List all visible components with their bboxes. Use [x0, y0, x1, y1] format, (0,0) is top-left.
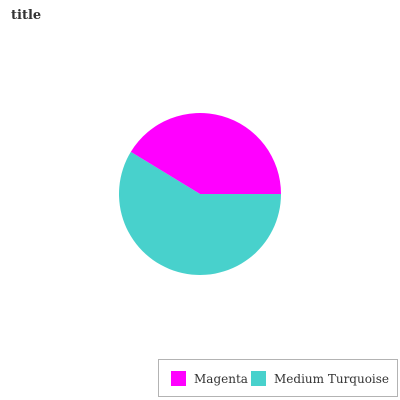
legend-label-medium-turquoise: Medium Turquoise — [274, 371, 390, 386]
legend-swatch-magenta — [171, 371, 186, 386]
pie-chart — [118, 113, 281, 276]
legend-label-magenta: Magenta — [194, 371, 248, 386]
legend-item-magenta: Magenta — [171, 371, 248, 386]
legend: Magenta Medium Turquoise — [158, 359, 398, 397]
legend-item-medium-turquoise: Medium Turquoise — [251, 371, 389, 386]
legend-swatch-medium-turquoise — [251, 371, 266, 386]
